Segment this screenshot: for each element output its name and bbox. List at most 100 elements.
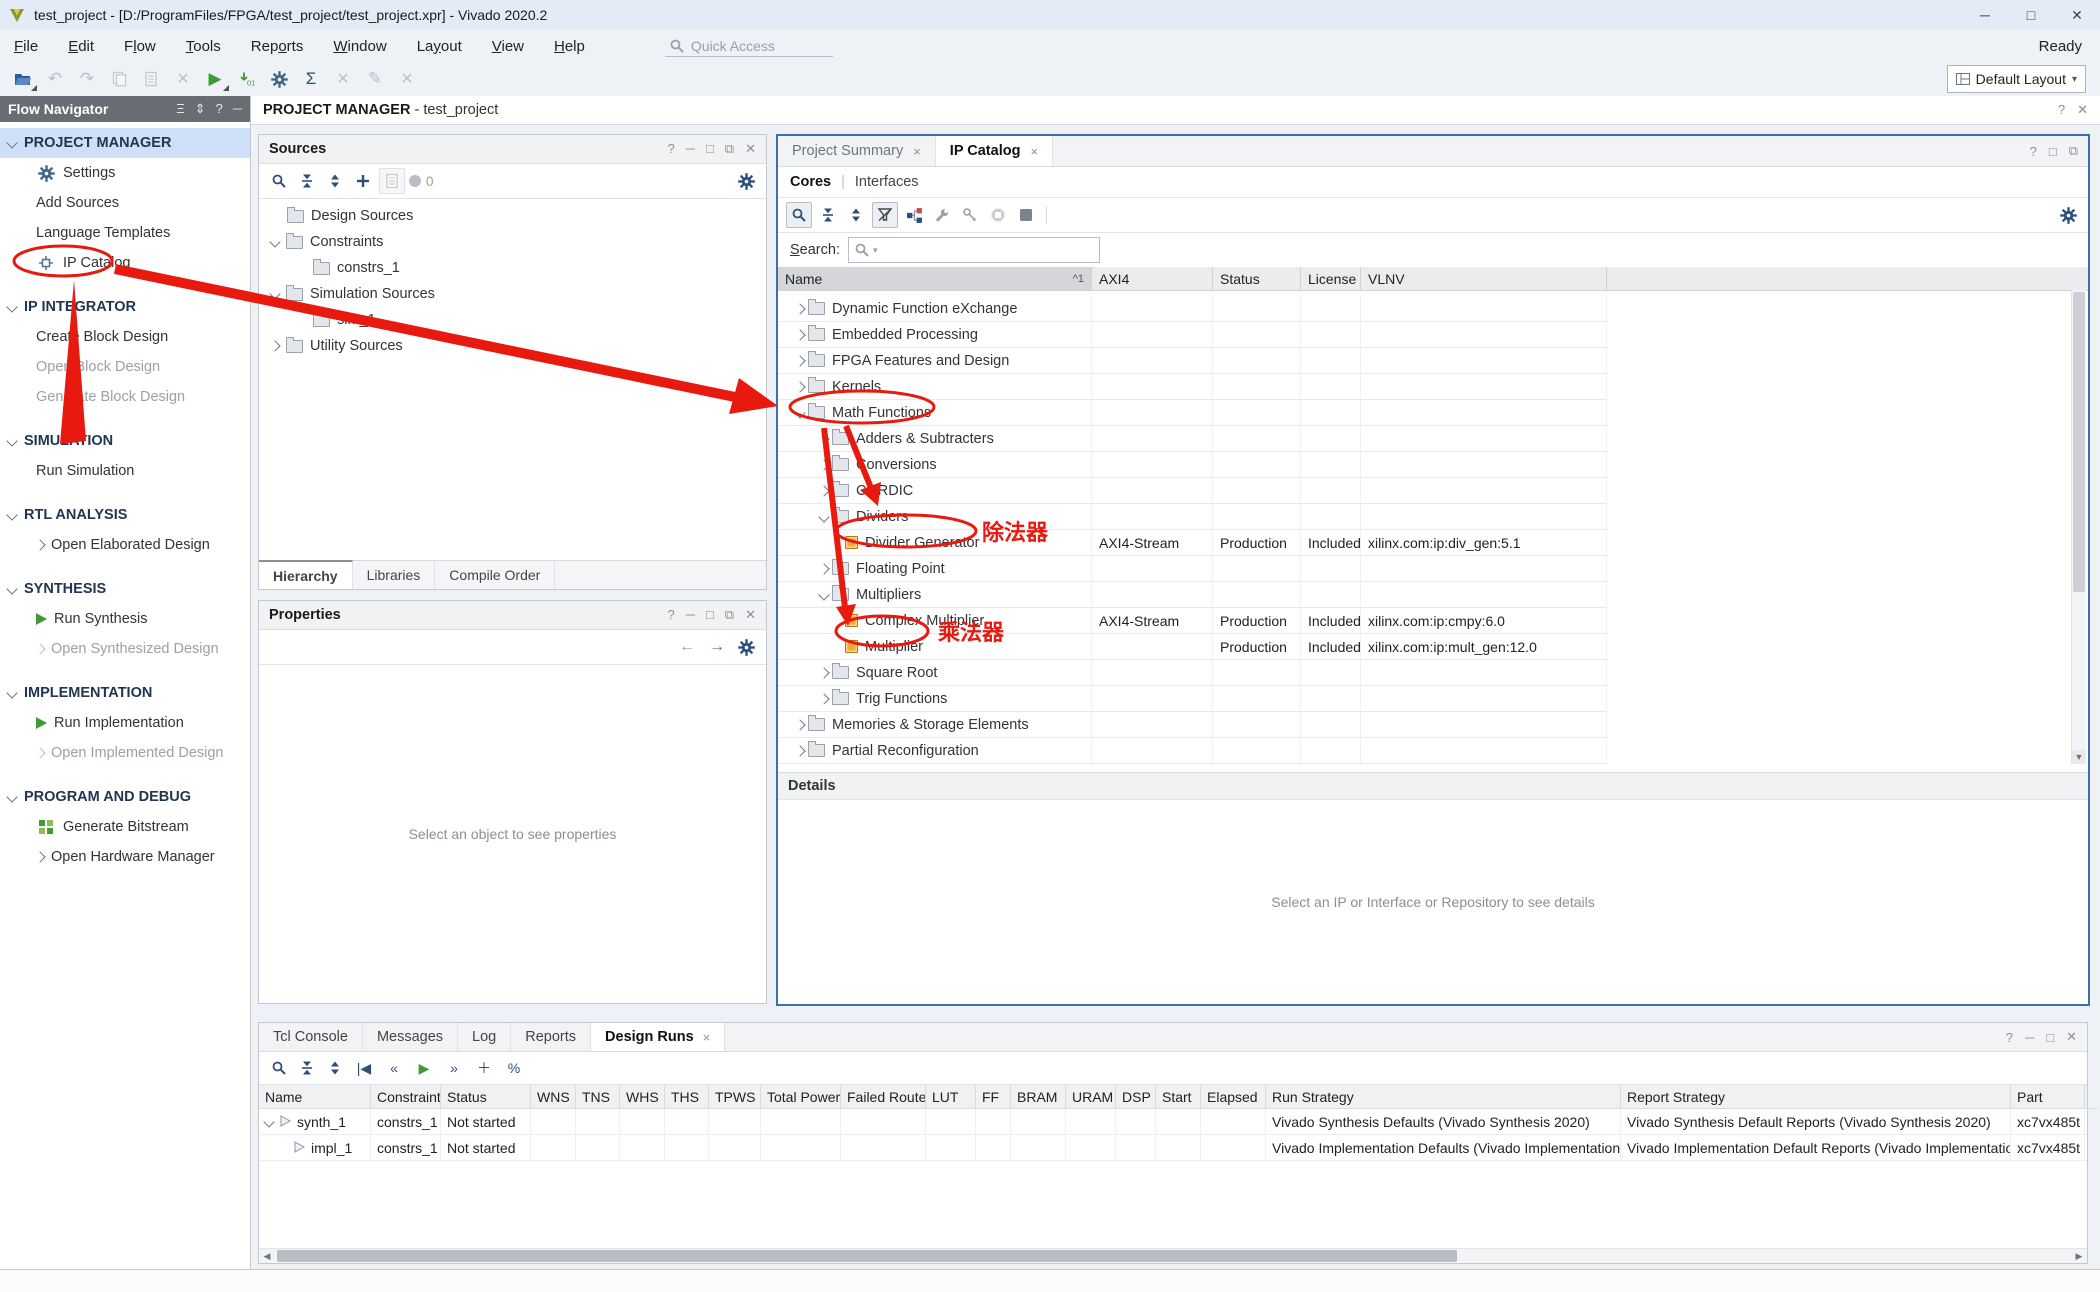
tree-item-design-sources[interactable]: Design Sources xyxy=(259,203,766,229)
ip-row-cordic[interactable]: CORDIC xyxy=(778,478,1607,504)
tab-compile-order[interactable]: Compile Order xyxy=(435,561,555,589)
minimize-columns-icon[interactable]: Ξ xyxy=(176,101,184,117)
settings-gear-icon[interactable] xyxy=(2056,203,2080,227)
minimize-icon[interactable]: ─ xyxy=(686,607,695,623)
search-icon[interactable] xyxy=(267,1056,291,1080)
minimize-button[interactable]: ─ xyxy=(1962,0,2008,30)
close-icon[interactable]: × xyxy=(913,144,921,159)
chevron-down-icon[interactable] xyxy=(6,687,17,698)
menu-view[interactable]: View xyxy=(492,38,524,55)
column-header-run-strategy[interactable]: Run Strategy xyxy=(1266,1085,1621,1109)
float-icon[interactable]: ⧉ xyxy=(725,607,734,623)
sidebar-item-create-block-design[interactable]: Create Block Design xyxy=(0,322,250,352)
ip-row-fpga-features-and-design[interactable]: FPGA Features and Design xyxy=(778,348,1607,374)
column-header-total-power[interactable]: Total Power xyxy=(761,1085,841,1109)
help-icon[interactable]: ? xyxy=(2006,1030,2013,1045)
column-header-tpws[interactable]: TPWS xyxy=(709,1085,761,1109)
sidebar-item-generate-bitstream[interactable]: Generate Bitstream xyxy=(0,812,250,842)
chevron-down-icon[interactable] xyxy=(794,407,805,418)
group-hierarchy-icon[interactable] xyxy=(902,203,926,227)
vertical-scrollbar[interactable]: ▼ xyxy=(2071,290,2086,764)
chevron-down-icon[interactable] xyxy=(269,288,280,299)
minimize-icon[interactable]: ─ xyxy=(686,141,695,157)
chevron-down-icon[interactable] xyxy=(6,791,17,802)
chevron-right-icon[interactable] xyxy=(818,563,829,574)
tab-ip-catalog[interactable]: IP Catalog× xyxy=(936,136,1053,166)
ip-row-complex-multiplier[interactable]: Complex MultiplierAXI4-StreamProductionI… xyxy=(778,608,1607,634)
close-icon[interactable]: ✕ xyxy=(745,607,756,623)
column-header-failed-routes[interactable]: Failed Routes xyxy=(841,1085,926,1109)
section-header-ip-integrator[interactable]: IP INTEGRATOR xyxy=(0,292,250,322)
filter-icon[interactable] xyxy=(872,202,898,228)
tab-messages[interactable]: Messages xyxy=(363,1023,458,1051)
scroll-right-icon[interactable]: ▶ xyxy=(2071,1249,2087,1263)
layout-selector[interactable]: Default Layout ▾ xyxy=(1947,65,2086,93)
sidebar-item-run-implementation[interactable]: Run Implementation xyxy=(0,708,250,738)
chevron-right-icon[interactable] xyxy=(818,459,829,470)
chevron-right-icon[interactable] xyxy=(818,433,829,444)
sidebar-item-settings[interactable]: Settings xyxy=(0,158,250,188)
search-icon[interactable] xyxy=(786,202,812,228)
float-icon[interactable]: ⧉ xyxy=(2069,143,2078,159)
tab-design-runs[interactable]: Design Runs× xyxy=(591,1023,725,1051)
ip-row-memories-storage-elements[interactable]: Memories & Storage Elements xyxy=(778,712,1607,738)
menu-window[interactable]: Window xyxy=(333,38,386,55)
column-header-ff[interactable]: FF xyxy=(976,1085,1011,1109)
help-icon[interactable]: ? xyxy=(667,141,674,157)
add-sources-icon[interactable] xyxy=(351,169,375,193)
column-header-status[interactable]: Status xyxy=(1213,267,1301,291)
skip-to-start-icon[interactable]: |◀ xyxy=(351,1056,377,1080)
close-icon[interactable]: ✕ xyxy=(2077,102,2088,118)
cores-link[interactable]: Cores xyxy=(790,174,831,190)
settings-gear-icon[interactable] xyxy=(734,169,758,193)
tree-item-sim-1[interactable]: sim_1 xyxy=(259,307,766,333)
chevron-right-icon[interactable] xyxy=(794,381,805,392)
expand-all-icon[interactable] xyxy=(323,169,347,193)
column-header-ths[interactable]: THS xyxy=(665,1085,709,1109)
menu-help[interactable]: Help xyxy=(554,38,585,55)
close-icon[interactable]: ✕ xyxy=(2066,1029,2077,1045)
chevron-down-icon[interactable] xyxy=(6,435,17,446)
section-header-simulation[interactable]: SIMULATION xyxy=(0,426,250,456)
tab-log[interactable]: Log xyxy=(458,1023,511,1051)
column-header-wns[interactable]: WNS xyxy=(531,1085,576,1109)
chevron-right-icon[interactable] xyxy=(34,851,45,862)
chevron-right-icon[interactable] xyxy=(818,485,829,496)
section-header-program-and-debug[interactable]: PROGRAM AND DEBUG xyxy=(0,782,250,812)
step-forward-icon[interactable]: » xyxy=(441,1056,467,1080)
close-icon[interactable]: × xyxy=(1030,144,1038,159)
maximize-icon[interactable]: □ xyxy=(706,607,714,623)
report-button[interactable]: Σ xyxy=(296,65,326,93)
column-header-tns[interactable]: TNS xyxy=(576,1085,620,1109)
settings-gear-icon[interactable] xyxy=(734,635,758,659)
tree-item-constrs-1[interactable]: constrs_1 xyxy=(259,255,766,281)
column-header-bram[interactable]: BRAM xyxy=(1011,1085,1066,1109)
menu-layout[interactable]: Layout xyxy=(417,38,462,55)
chevron-down-icon[interactable] xyxy=(818,589,829,600)
percent-icon[interactable]: % xyxy=(501,1056,527,1080)
chevron-right-icon[interactable] xyxy=(794,745,805,756)
column-header-report-strategy[interactable]: Report Strategy xyxy=(1621,1085,2011,1109)
close-icon[interactable]: ✕ xyxy=(745,141,756,157)
back-arrow-icon[interactable]: ← xyxy=(674,635,700,659)
collapse-all-icon[interactable] xyxy=(816,203,840,227)
sidebar-item-open-hardware-manager[interactable]: Open Hardware Manager xyxy=(0,842,250,872)
collapse-all-icon[interactable] xyxy=(295,1056,319,1080)
ip-row-adders-subtracters[interactable]: Adders & Subtracters xyxy=(778,426,1607,452)
run-button[interactable]: ▶◢ xyxy=(200,65,230,93)
column-header-vlnv[interactable]: VLNV xyxy=(1361,267,1607,291)
help-icon[interactable]: ? xyxy=(216,101,223,117)
ip-row-divider-generator[interactable]: Divider GeneratorAXI4-StreamProductionIn… xyxy=(778,530,1607,556)
ip-row-multiplier[interactable]: MultiplierProductionIncludedxilinx.com:i… xyxy=(778,634,1607,660)
close-button[interactable]: ✕ xyxy=(2054,0,2100,30)
chevron-right-icon[interactable] xyxy=(794,303,805,314)
interfaces-link[interactable]: Interfaces xyxy=(855,174,919,190)
column-header-lut[interactable]: LUT xyxy=(926,1085,976,1109)
step-back-icon[interactable]: « xyxy=(381,1056,407,1080)
quick-access-input[interactable]: Quick Access xyxy=(665,36,833,57)
menu-reports[interactable]: Reports xyxy=(251,38,304,55)
scroll-down-icon[interactable]: ▼ xyxy=(2072,750,2086,764)
tab-hierarchy[interactable]: Hierarchy xyxy=(259,560,353,589)
settings-button[interactable] xyxy=(264,65,294,93)
column-header-name[interactable]: Name^1 xyxy=(778,267,1092,291)
